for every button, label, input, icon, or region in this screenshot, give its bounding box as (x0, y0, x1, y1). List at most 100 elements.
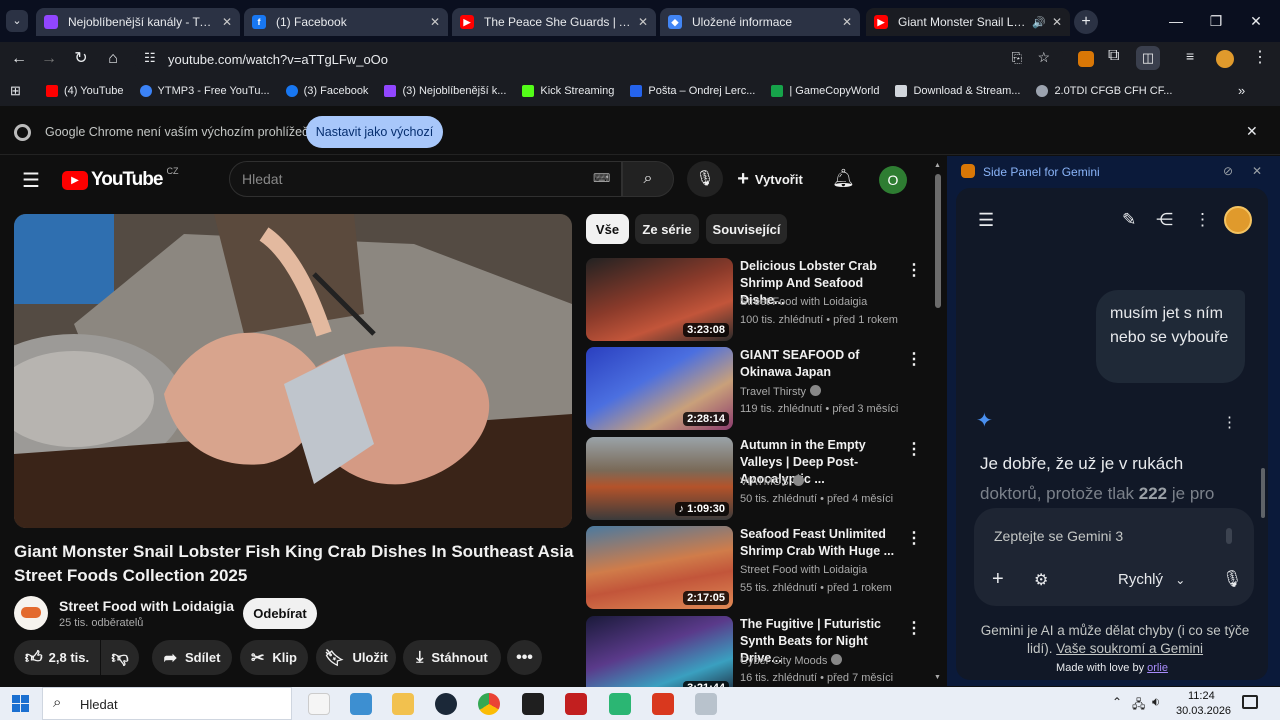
chip-all[interactable]: Vše (586, 214, 629, 244)
bookmark-item[interactable]: (4) YouTube (46, 85, 124, 97)
video-thumbnail[interactable]: 2:28:14 (586, 347, 733, 430)
mode-selector[interactable]: Rychlý ⌄ (1118, 571, 1185, 588)
new-chat-icon[interactable]: ✎ (1122, 210, 1136, 230)
chat-scrollbar-thumb[interactable] (1261, 468, 1265, 518)
recommendation-channel[interactable]: Street Food with Loidaigia (740, 564, 867, 576)
recommendation-channel[interactable]: Street Food with Loidaigia (740, 296, 867, 308)
audio-icon[interactable]: 🔊 (1032, 16, 1046, 29)
recommendation-title[interactable]: GIANT SEAFOOD of Okinawa Japan (740, 347, 902, 381)
side-panel-icon[interactable]: ◫ (1136, 46, 1160, 70)
list-item[interactable]: ♪ 1:09:30 Autumn in the Empty Valleys | … (586, 437, 926, 521)
clip-button[interactable]: ✂ Klip (240, 640, 308, 675)
close-icon[interactable]: ✕ (1052, 15, 1062, 29)
search-input[interactable]: Hledat ⌨ (229, 161, 622, 197)
gemini-menu-icon[interactable]: ☰ (978, 210, 994, 231)
browser-tab-peace[interactable]: ▶ The Peace She Guards | Ambien ✕ (452, 8, 656, 36)
reload-button[interactable]: ↻ (70, 48, 92, 70)
home-button[interactable]: ⌂ (102, 48, 124, 70)
volume-icon[interactable]: 🔉︎ (1152, 694, 1160, 710)
channel-avatar[interactable] (14, 596, 48, 630)
address-bar[interactable]: ☷ youtube.com/watch?v=aTTgLFw_oOo ⎘ ☆ (134, 45, 1064, 73)
close-icon[interactable]: ✕ (1252, 164, 1262, 178)
list-item[interactable]: 3:23:08 Delicious Lobster Crab Shrimp An… (586, 258, 926, 342)
apps-icon[interactable]: ⊞ (10, 83, 21, 99)
bookmark-item[interactable]: Pošta – Ondrej Lerc... (630, 85, 755, 97)
close-icon[interactable]: ✕ (430, 15, 440, 29)
bookmark-item[interactable]: | GameCopyWorld (771, 85, 879, 97)
bookmark-item[interactable]: Download & Stream... (895, 85, 1020, 97)
video-player[interactable] (14, 214, 572, 528)
recommendation-channel[interactable]: VIATMOS (740, 475, 804, 488)
video-thumbnail[interactable]: 2:17:05 (586, 526, 733, 609)
set-default-button[interactable]: Nastavit jako výchozí (306, 116, 443, 148)
tools-icon[interactable]: ⚙ (1034, 570, 1048, 590)
app-icon-a[interactable] (522, 693, 544, 715)
restore-button[interactable]: ❐ (1204, 10, 1228, 32)
microphone-icon[interactable]: 🎙 (1222, 569, 1242, 589)
photos-icon[interactable] (350, 693, 372, 715)
save-button[interactable]: 🔖︎ Uložit (316, 640, 396, 675)
install-icon[interactable]: ⎘ (1012, 50, 1022, 66)
youtube-logo[interactable]: ▶ YouTube CZ (62, 166, 178, 191)
more-vertical-icon[interactable]: ⋮ (906, 260, 922, 280)
notifications-bell-icon[interactable]: 🔔︎ (832, 168, 855, 189)
browser-tab-saved-info[interactable]: ◆ Uložené informace ✕ (660, 8, 860, 36)
subscribe-button[interactable]: Odebírat (243, 598, 317, 629)
more-vertical-icon[interactable]: ⋮ (1194, 210, 1211, 230)
chevron-up-icon[interactable]: ⌃ (1112, 695, 1122, 709)
more-actions-button[interactable]: ••• (507, 640, 542, 675)
close-icon[interactable]: ✕ (1246, 123, 1258, 140)
chrome-taskbar-icon[interactable] (478, 693, 500, 715)
scrollbar-thumb[interactable] (935, 174, 941, 308)
chrome-menu-icon[interactable]: ⋮ (1252, 47, 1268, 67)
share-button[interactable]: ➦ Sdílet (152, 640, 232, 675)
browser-tab-twitch[interactable]: Nejoblíbenější kanály - Twitch ✕ (36, 8, 240, 36)
tab-search-button[interactable]: ⌄ (6, 10, 28, 32)
footer-link[interactable]: orlie (1147, 662, 1168, 674)
app-icon-red[interactable] (565, 693, 587, 715)
notepad-icon[interactable] (308, 693, 330, 715)
account-avatar[interactable]: O (879, 166, 907, 194)
app-icon-green[interactable] (609, 693, 631, 715)
windows-start-icon[interactable] (12, 695, 29, 712)
search-button[interactable]: ⌕ (622, 161, 674, 197)
file-explorer-icon[interactable] (392, 693, 414, 715)
channel-name[interactable]: Street Food with Loidaigia (59, 598, 234, 614)
chip-series[interactable]: Ze série (635, 214, 699, 244)
more-vertical-icon[interactable]: ⋮ (906, 349, 922, 369)
close-icon[interactable]: ✕ (842, 15, 852, 29)
download-button[interactable]: ⤓ Stáhnout (403, 640, 501, 675)
browser-tab-active[interactable]: ▶ Giant Monster Snail Lobster 🔊 ✕ (866, 8, 1070, 36)
more-vertical-icon[interactable]: ⋮ (906, 439, 922, 459)
video-thumbnail[interactable]: ♪ 1:09:30 (586, 437, 733, 520)
recommendation-title[interactable]: Seafood Feast Unlimited Shrimp Crab With… (740, 526, 902, 560)
chevron-right-icon[interactable]: » (1238, 83, 1245, 98)
dislike-button[interactable]: 👎︎ (101, 640, 139, 675)
video-thumbnail[interactable]: 3:23:08 (586, 258, 733, 341)
unpin-icon[interactable]: ⊘ (1223, 164, 1233, 178)
like-button[interactable]: 👍︎ 2,8 tis. (14, 640, 100, 675)
media-controls-icon[interactable]: ≡ (1186, 48, 1194, 64)
back-button[interactable]: ← (8, 48, 30, 70)
bookmark-item[interactable]: (3) Facebook (285, 85, 368, 97)
guide-menu-icon[interactable]: ☰ (22, 168, 40, 193)
bookmark-star-icon[interactable]: ☆ (1037, 49, 1050, 66)
share-icon[interactable]: ⋲ (1156, 210, 1173, 230)
recommendation-channel[interactable]: Travel Thirsty (740, 385, 822, 398)
minimize-button[interactable]: — (1164, 10, 1188, 32)
site-info-icon[interactable]: ☷ (144, 50, 156, 66)
profile-avatar[interactable] (1216, 50, 1234, 68)
browser-tab-facebook[interactable]: f (1) Facebook ✕ (244, 8, 448, 36)
clock-date[interactable]: 30.03.2026 (1176, 705, 1231, 717)
page-scrollbar[interactable]: ▲ ▼ (932, 160, 944, 686)
puzzle-icon[interactable]: ⧉ (1108, 47, 1119, 65)
scroll-down-arrow[interactable]: ▼ (934, 674, 941, 681)
clock-time[interactable]: 11:24 (1188, 690, 1215, 702)
close-icon[interactable]: ✕ (222, 15, 232, 29)
more-vertical-icon[interactable]: ⋮ (906, 528, 922, 548)
gemini-avatar[interactable] (1224, 206, 1252, 234)
scroll-up-arrow[interactable]: ▲ (934, 162, 941, 169)
close-window-button[interactable]: ✕ (1244, 10, 1268, 32)
audio-app-icon[interactable] (652, 693, 674, 715)
notification-center-icon[interactable] (1242, 695, 1258, 709)
